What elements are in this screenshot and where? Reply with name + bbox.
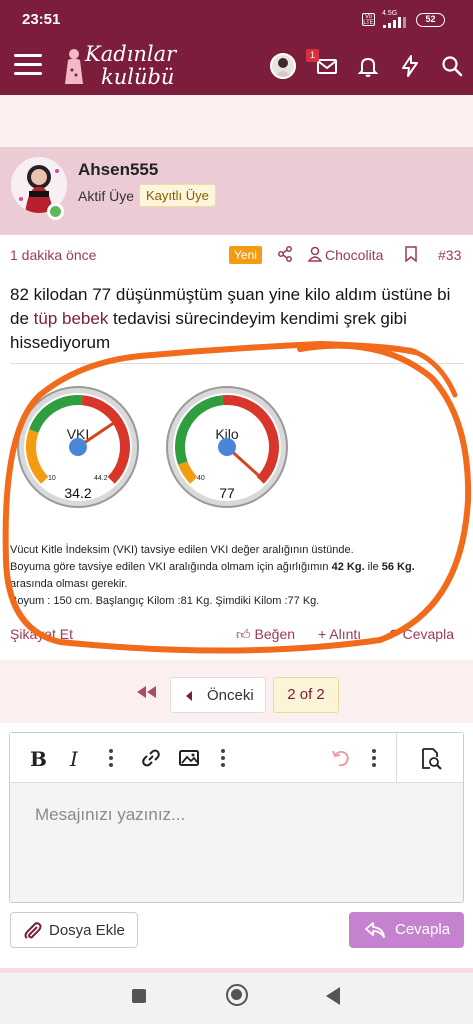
signature-gauges: VKI 10 44.2 34.2 Kilo 40 77 (10, 385, 310, 515)
gauge-max-label: 44.2 (94, 475, 108, 482)
reply-editor-section: B I Mesajınızı yazınız... Dosya Ekle Cev… (0, 723, 473, 968)
logo-figure-icon (65, 49, 83, 84)
volte-indicator: Vo LTE (362, 13, 375, 26)
post-inline-link[interactable]: tüp bebek (34, 309, 109, 328)
author-banner: Kayıtlı Üye (139, 184, 216, 207)
signal-icon (383, 17, 406, 28)
lightning-icon[interactable] (398, 54, 422, 78)
bold-icon[interactable]: B (30, 747, 47, 771)
reply-arrow-icon (365, 922, 385, 938)
share-icon[interactable] (277, 246, 293, 262)
gauge-min-label: 40 (197, 475, 205, 482)
thumbs-up-icon: 👍︎ (236, 626, 255, 642)
bookmark-icon[interactable] (405, 246, 417, 262)
post-message: 82 kilodan 77 düşünmüştüm şuan yine kilo… (10, 285, 451, 352)
chevron-left-icon (186, 691, 192, 701)
like-button[interactable]: 👍︎ Beğen (236, 626, 295, 643)
pagination: Önceki 2 of 2 (0, 660, 473, 723)
link-icon[interactable] (140, 747, 162, 769)
system-nav-bar (0, 973, 473, 1024)
online-status-icon (47, 203, 64, 220)
search-icon[interactable] (440, 54, 464, 78)
post-author-header: Ahsen555 Aktif Üye Kayıtlı Üye (0, 147, 473, 235)
post-actions: Şikayet Et 👍︎ Beğen + Alıntı ↶ Cevapla (0, 623, 473, 649)
italic-icon[interactable]: I (70, 747, 78, 771)
network-type: 4.5G (382, 10, 398, 17)
hamburger-menu-icon[interactable] (14, 54, 42, 78)
preview-button[interactable] (396, 733, 463, 783)
submit-reply-button[interactable]: Cevapla (349, 912, 464, 948)
kilo-gauge: Kilo4077 (166, 386, 288, 508)
bell-icon[interactable] (356, 54, 380, 78)
attach-file-button[interactable]: Dosya Ekle (10, 912, 138, 948)
first-page-icon[interactable] (137, 686, 157, 698)
signature-text: Vücut Kitle İndeksim (VKI) tavsiye edile… (10, 544, 415, 607)
author-link[interactable]: Chocolita (325, 247, 383, 263)
more-text-options-icon[interactable] (109, 749, 113, 771)
user-icon (308, 246, 322, 262)
reply-arrow-icon: ↶ (387, 626, 403, 642)
signature-divider (10, 363, 464, 364)
more-options-icon[interactable] (372, 749, 376, 771)
previous-page-button[interactable]: Önceki (170, 677, 266, 713)
more-insert-options-icon[interactable] (221, 749, 225, 771)
gauge-value: 77 (219, 485, 235, 501)
reply-button[interactable]: ↶ Cevapla (387, 626, 454, 643)
gauge-hub (218, 438, 236, 456)
post-number[interactable]: #33 (438, 247, 461, 263)
paperclip-icon (24, 922, 42, 939)
quote-button[interactable]: + Alıntı (318, 626, 361, 642)
message-input[interactable]: Mesajınızı yazınız... (35, 805, 185, 825)
new-badge: Yeni (229, 246, 262, 264)
preview-icon (422, 748, 442, 770)
user-avatar[interactable] (270, 53, 296, 79)
editor-toolbar: B I (10, 733, 463, 783)
vki-gauge: VKI10 44.234.2 (17, 386, 139, 508)
gauge-min-label: 10 (48, 475, 56, 482)
reply-editor: B I Mesajınızı yazınız... (9, 732, 464, 903)
current-page-indicator[interactable]: 2 of 2 (273, 677, 339, 713)
gauge-value: 34.2 (64, 485, 91, 501)
undo-icon[interactable] (330, 747, 352, 769)
gauge-hub (69, 438, 87, 456)
home-icon[interactable] (226, 984, 248, 1006)
app-header: Kadınlar kulübü 1 (0, 40, 473, 95)
image-icon[interactable] (178, 747, 200, 769)
report-button[interactable]: Şikayet Et (10, 626, 73, 642)
post-meta: 1 dakika önce Yeni Chocolita #33 (0, 235, 473, 273)
author-title: Aktif Üye (78, 188, 135, 204)
back-icon[interactable] (326, 987, 340, 1005)
recent-apps-icon[interactable] (132, 989, 146, 1003)
page-spacer (0, 95, 473, 147)
battery-indicator: 52 (416, 13, 445, 27)
status-time: 23:51 (22, 11, 61, 28)
inbox-badge: 1 (306, 49, 319, 62)
post-content: 1 dakika önce Yeni Chocolita #33 82 kilo… (0, 235, 473, 660)
author-username[interactable]: Ahsen555 (78, 160, 158, 180)
site-logo[interactable]: Kadınlar kulübü (63, 42, 183, 92)
post-time[interactable]: 1 dakika önce (10, 247, 96, 263)
status-bar: 23:51 Vo LTE 4.5G 52 (0, 0, 473, 40)
